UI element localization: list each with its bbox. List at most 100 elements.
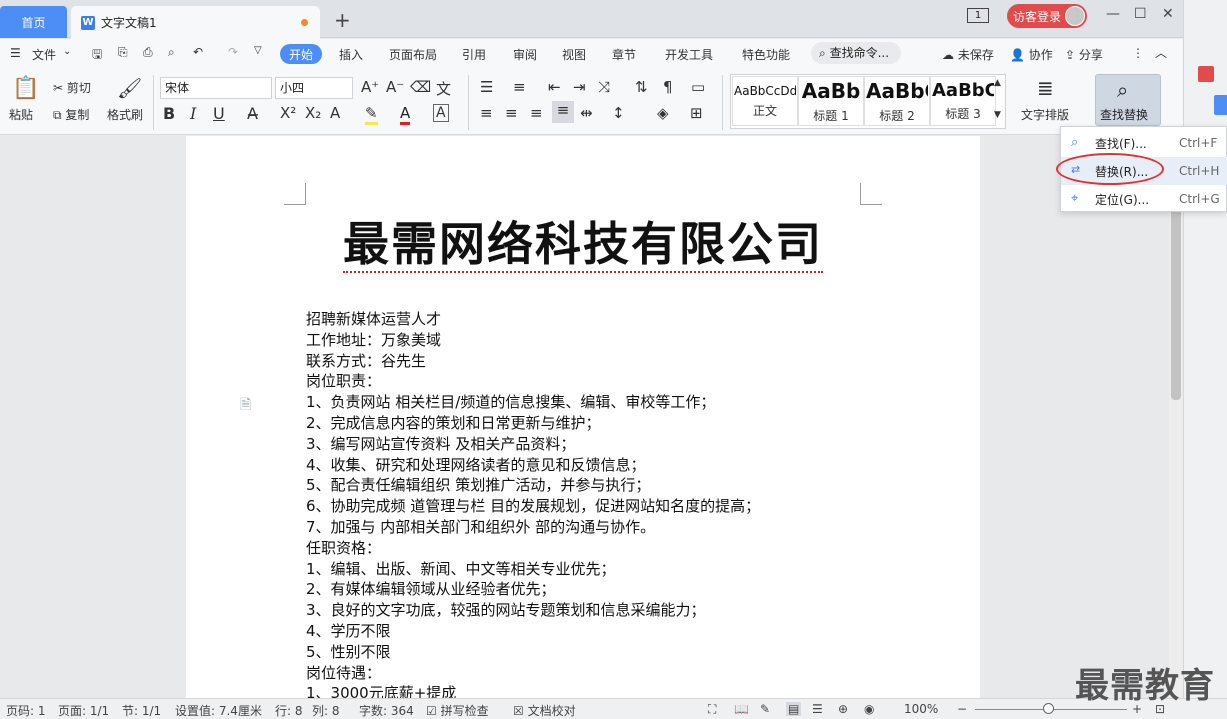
align-left-icon[interactable]: ≡ [480,104,493,122]
paragraph-handle-icon[interactable]: 🗎 [240,394,251,418]
tab-home[interactable]: 首页 [0,6,67,38]
style-heading-1[interactable]: AaBb 标题 1 [798,76,864,126]
menu-item-find[interactable]: ⌕ 查找(F)... Ctrl+F [1061,129,1227,157]
line-spacing-icon[interactable]: ↕ [612,104,625,122]
status-section[interactable]: 节: 1/1 [122,702,161,719]
underline-icon[interactable]: U [213,104,225,123]
clear-format-icon[interactable]: ⌫ [410,78,431,96]
web-view-icon[interactable]: ⊕ [838,702,848,716]
grow-font-icon[interactable]: A⁺ [361,78,379,96]
new-tab-plus-icon[interactable]: + [334,8,351,32]
tab-insert[interactable]: 插入 [339,46,363,63]
spell-check-button[interactable]: ☑ 拼写检查 [426,702,489,719]
copy-button[interactable]: ⧉ 复制 [53,106,89,123]
bullet-list-icon[interactable]: ☰ [480,78,493,96]
tab-review[interactable]: 审阅 [513,46,537,63]
text-layout-button[interactable]: 文字排版 [1021,106,1069,123]
tab-view[interactable]: 视图 [562,46,586,63]
tab-special-features[interactable]: 特色功能 [742,46,790,63]
style-heading-2[interactable]: AaBbC 标题 2 [864,76,930,126]
subscript-icon[interactable]: X₂ [305,104,321,122]
paste-button[interactable]: 粘贴 [9,106,33,123]
tab-page-layout[interactable]: 页面布局 [389,46,437,63]
status-word-count[interactable]: 字数: 364 [359,702,414,719]
quick-access-dropdown-icon[interactable]: ▽ [254,45,262,56]
status-setting[interactable]: 设置值: 7.4厘米 [175,702,262,719]
increase-indent-icon[interactable]: ⇥ [573,78,586,96]
maximize-icon[interactable]: ☐ [1134,6,1147,22]
print-icon[interactable]: ⎙ [143,45,153,60]
status-page-number[interactable]: 页码: 1 [6,702,46,719]
font-size-select[interactable]: 小四 [275,77,353,99]
shrink-font-icon[interactable]: A⁻ [386,78,404,96]
borders-icon[interactable]: ⊞ [690,104,703,122]
status-pages[interactable]: 页面: 1/1 [58,702,109,719]
highlight-icon[interactable]: ✎ [365,104,378,125]
hamburger-icon[interactable]: ☰ [10,46,21,60]
align-right-icon[interactable]: ≡ [530,104,543,122]
share-button[interactable]: ⇪ 分享 [1065,46,1103,63]
scrollbar-thumb[interactable] [1171,200,1181,400]
text-effect-icon[interactable]: A [330,104,340,122]
find-replace-button[interactable]: ⌕ 查找替换 [1095,74,1161,126]
char-border-icon[interactable]: A [433,104,449,122]
outline-view-icon[interactable]: ☰ [812,702,823,716]
tab-start[interactable]: 开始 [280,44,322,64]
more-icon[interactable]: ⋮ [1132,46,1144,60]
reading-mode-icon[interactable]: 📖 [734,702,749,716]
doc-proof-button[interactable]: ☒ 文档校对 [513,702,576,719]
style-normal[interactable]: AaBbCcDd 正文 [732,76,798,126]
write-mode-icon[interactable]: ✎ [760,702,770,716]
strikethrough-icon[interactable]: A̶ [247,104,258,123]
paste-icon[interactable]: 📋 [12,76,39,101]
numbered-list-icon[interactable]: ≡ [513,78,526,96]
format-painter-button[interactable]: 格式刷 [107,106,143,123]
panel-red-icon[interactable] [1198,66,1214,82]
menu-item-goto[interactable]: ⌖ 定位(G)... Ctrl+G [1061,185,1227,213]
font-name-select[interactable]: 宋体 [160,77,272,99]
align-center-icon[interactable]: ≡ [505,104,518,122]
redo-icon[interactable]: ↷ [228,45,238,59]
tab-document[interactable]: W 文字文稿1 [71,6,320,39]
distributed-align-icon[interactable]: ⇹ [580,104,593,122]
superscript-icon[interactable]: X² [280,104,296,122]
save-icon[interactable]: 🖫 [92,45,102,66]
zoom-level[interactable]: 100% [904,702,938,716]
fullscreen-icon[interactable]: ⛶ [708,702,716,717]
zoom-out-icon[interactable]: − [957,702,967,716]
gallery-more-icon[interactable]: ▼ [994,110,1001,120]
chevron-down-icon[interactable]: ⌄ [63,46,71,57]
collab-button[interactable]: 👤 协作 [1010,46,1053,63]
italic-icon[interactable]: I [190,104,196,123]
guest-login-button[interactable]: 访客登录 [1007,4,1087,28]
collapse-ribbon-icon[interactable]: ︿ [1155,44,1167,61]
close-icon[interactable]: ✕ [1162,6,1174,22]
minimize-icon[interactable]: — [1106,6,1120,22]
justify-icon[interactable]: ≡ [552,101,574,123]
gallery-scroll-up-icon[interactable]: ▲ [994,78,1001,88]
table-border-icon[interactable]: ▭ [691,78,705,96]
font-color-icon[interactable]: A [400,104,411,125]
sort-icon[interactable]: ⇅ [635,78,648,96]
phonetic-icon[interactable]: 文 [436,78,451,99]
preview-icon[interactable]: ⌕ [168,45,175,60]
tab-developer[interactable]: 开发工具 [665,46,713,63]
text-layout-icon[interactable]: ≣ [1037,76,1054,100]
decrease-indent-icon[interactable]: ⇤ [548,78,561,96]
show-marks-icon[interactable]: ¶ [663,78,673,96]
shading-icon[interactable]: ◈ [657,104,669,122]
chinese-layout-icon[interactable]: ⤨ [598,78,610,96]
command-search[interactable]: ⌕ 查找命令... [811,42,901,64]
menu-file[interactable]: 文件 [32,46,56,63]
eye-protect-icon[interactable]: ◉ [864,702,874,716]
window-count-badge[interactable]: 1 [967,8,989,23]
unsaved-button[interactable]: ☁ 未保存 [942,46,994,63]
tab-references[interactable]: 引用 [462,46,486,63]
tab-section[interactable]: 章节 [612,46,636,63]
page-view-icon[interactable]: ▤ [786,702,802,716]
undo-icon[interactable]: ↶ [193,45,203,59]
format-painter-icon[interactable]: 🖌 [117,76,142,100]
export-icon[interactable]: ⎘ [118,45,128,60]
style-heading-3[interactable]: AaBbC 标题 3 [930,76,996,126]
cut-button[interactable]: ✂ 剪切 [53,79,91,96]
